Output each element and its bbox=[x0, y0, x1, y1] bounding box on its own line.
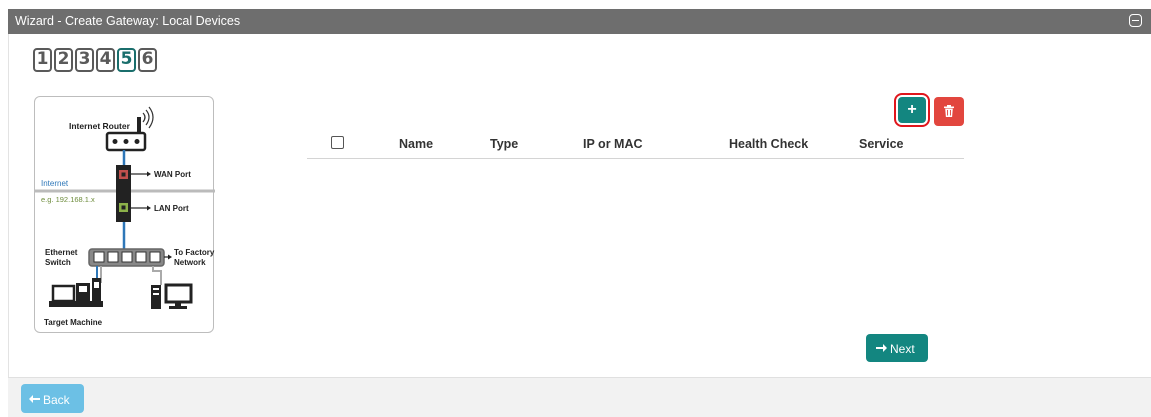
wan-port-label: WAN Port bbox=[154, 170, 191, 179]
network-diagram-graphic bbox=[35, 106, 215, 309]
wizard-footer bbox=[8, 377, 1151, 417]
column-ip-or-mac[interactable]: IP or MAC bbox=[583, 137, 643, 151]
plus-icon: + bbox=[907, 101, 917, 118]
column-health-check[interactable]: Health Check bbox=[729, 137, 808, 151]
arrow-right-icon bbox=[876, 344, 887, 352]
network-diagram: Internet Router WAN Port LAN Port Intern… bbox=[34, 96, 215, 333]
lan-port-label: LAN Port bbox=[154, 204, 189, 213]
target-machine-label: Target Machine bbox=[44, 318, 103, 327]
switch-label: Switch bbox=[45, 258, 71, 267]
minus-square-icon[interactable] bbox=[1129, 14, 1142, 27]
trash-icon bbox=[944, 105, 954, 117]
internet-router-label: Internet Router bbox=[69, 121, 130, 131]
next-button-label: Next bbox=[890, 342, 915, 356]
internet-label: Internet bbox=[41, 179, 69, 188]
column-service[interactable]: Service bbox=[859, 137, 903, 151]
delete-device-button[interactable] bbox=[934, 97, 964, 126]
step-4[interactable]: 4 bbox=[96, 48, 115, 72]
ethernet-label: Ethernet bbox=[45, 248, 78, 257]
arrow-left-icon bbox=[29, 395, 40, 403]
step-5[interactable]: 5 bbox=[117, 48, 136, 72]
step-1[interactable]: 1 bbox=[33, 48, 52, 72]
step-3[interactable]: 3 bbox=[75, 48, 94, 72]
column-name[interactable]: Name bbox=[399, 137, 433, 151]
next-button[interactable]: Next bbox=[866, 334, 928, 362]
step-2[interactable]: 2 bbox=[54, 48, 73, 72]
back-button[interactable]: Back bbox=[21, 384, 84, 413]
back-button-label: Back bbox=[43, 393, 70, 407]
to-factory-label: To Factory bbox=[174, 248, 215, 257]
step-indicator: 1 2 3 4 5 6 bbox=[33, 48, 157, 72]
select-all-checkbox[interactable] bbox=[331, 136, 344, 149]
column-type[interactable]: Type bbox=[490, 137, 518, 151]
window-title: Wizard - Create Gateway: Local Devices bbox=[15, 14, 241, 28]
add-device-button[interactable]: + bbox=[894, 93, 930, 127]
devices-table-header: Name Type IP or MAC Health Check Service bbox=[307, 130, 964, 159]
ip-example-label: e.g. 192.168.1.x bbox=[41, 195, 95, 204]
step-6[interactable]: 6 bbox=[138, 48, 157, 72]
window-titlebar: Wizard - Create Gateway: Local Devices bbox=[8, 9, 1151, 34]
network-label: Network bbox=[174, 258, 206, 267]
